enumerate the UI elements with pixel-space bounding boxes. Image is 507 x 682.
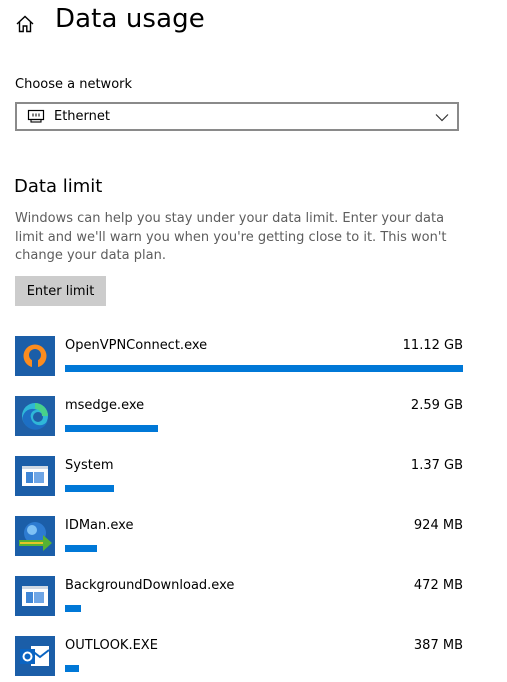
edge-icon bbox=[15, 396, 55, 436]
chevron-down-icon bbox=[435, 114, 449, 122]
app-usage-amount: 2.59 GB bbox=[410, 398, 463, 413]
app-name: System bbox=[65, 458, 114, 473]
usage-bar bbox=[65, 425, 158, 432]
app-name: BackgroundDownload.exe bbox=[65, 578, 235, 593]
app-usage-item[interactable]: msedge.exe 2.59 GB bbox=[15, 396, 463, 442]
app-usage-amount: 472 MB bbox=[413, 578, 463, 593]
home-button[interactable] bbox=[14, 13, 36, 35]
ethernet-icon bbox=[27, 109, 45, 125]
enter-limit-button[interactable]: Enter limit bbox=[15, 276, 106, 306]
app-usage-item[interactable]: System 1.37 GB bbox=[15, 456, 463, 502]
idm-icon bbox=[15, 516, 55, 556]
system-window-icon bbox=[15, 576, 55, 616]
usage-bar bbox=[65, 665, 79, 672]
usage-bar-track bbox=[65, 485, 463, 492]
openvpn-icon bbox=[15, 336, 55, 376]
usage-bar-track bbox=[65, 605, 463, 612]
home-icon bbox=[16, 15, 34, 33]
network-label: Choose a network bbox=[15, 77, 133, 92]
app-usage-amount: 1.37 GB bbox=[410, 458, 463, 473]
system-window-icon bbox=[15, 456, 55, 496]
app-name: msedge.exe bbox=[65, 398, 145, 413]
network-selected-value: Ethernet bbox=[54, 109, 110, 124]
usage-bar-track bbox=[65, 425, 463, 432]
app-name: OUTLOOK.EXE bbox=[65, 638, 158, 653]
app-usage-item[interactable]: IDMan.exe 924 MB bbox=[15, 516, 463, 562]
usage-bar bbox=[65, 365, 463, 372]
app-usage-item[interactable]: OUTLOOK.EXE 387 MB bbox=[15, 636, 463, 682]
app-name: OpenVPNConnect.exe bbox=[65, 338, 208, 353]
app-usage-item[interactable]: OpenVPNConnect.exe 11.12 GB bbox=[15, 336, 463, 382]
app-name: IDMan.exe bbox=[65, 518, 134, 533]
usage-bar bbox=[65, 485, 114, 492]
network-dropdown[interactable]: Ethernet bbox=[15, 102, 459, 131]
page-title: Data usage bbox=[55, 4, 205, 34]
usage-bar-track bbox=[65, 365, 463, 372]
data-limit-heading: Data limit bbox=[14, 176, 103, 197]
app-usage-amount: 11.12 GB bbox=[402, 338, 463, 353]
usage-bar bbox=[65, 605, 81, 612]
app-usage-item[interactable]: BackgroundDownload.exe 472 MB bbox=[15, 576, 463, 622]
usage-bar-track bbox=[65, 665, 463, 672]
page-header bbox=[14, 6, 36, 42]
app-usage-amount: 924 MB bbox=[413, 518, 463, 533]
usage-bar-track bbox=[65, 545, 463, 552]
app-usage-amount: 387 MB bbox=[413, 638, 463, 653]
data-limit-description: Windows can help you stay under your dat… bbox=[15, 211, 447, 263]
usage-bar bbox=[65, 545, 97, 552]
outlook-icon bbox=[15, 636, 55, 676]
